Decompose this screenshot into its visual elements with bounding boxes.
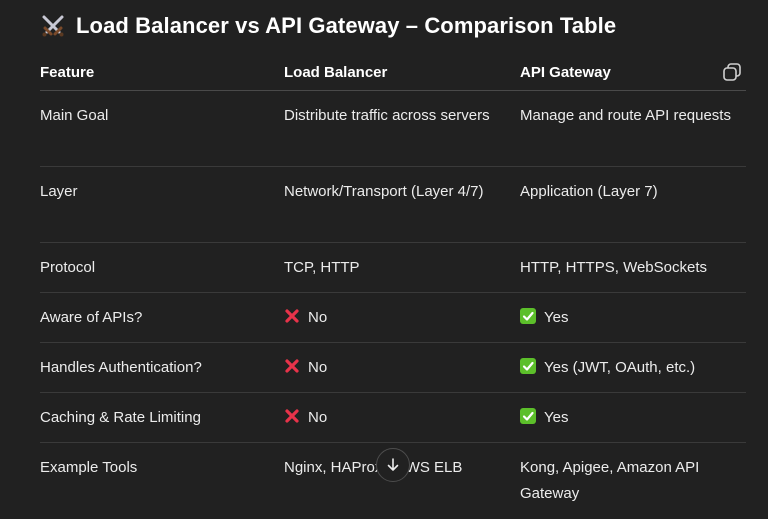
table-row: Protocol TCP, HTTP HTTP, HTTPS, WebSocke… [40,243,746,293]
cell-text: Yes (JWT, OAuth, etc.) [544,359,696,376]
cell-text: No [308,409,328,426]
crossed-swords-icon [40,13,66,39]
load-balancer-cell: No [284,355,520,392]
check-mark-icon [520,308,536,324]
load-balancer-cell: Network/Transport (Layer 4/7) [284,183,484,200]
load-balancer-cell: Distribute traffic across servers [284,107,490,124]
table-row: Main Goal Distribute traffic across serv… [40,91,746,167]
column-header: API Gateway [520,63,611,81]
feature-cell: Handles Authentication? [40,359,202,376]
api-gateway-cell: Yes (JWT, OAuth, etc.) [520,355,746,392]
scroll-to-bottom-button[interactable] [376,448,410,482]
table-row: Caching & Rate Limiting No Yes [40,393,746,443]
page-title: Load Balancer vs API Gateway – Compariso… [76,13,617,38]
cell-text: No [308,309,328,326]
api-gateway-cell: Yes [520,405,746,442]
check-mark-icon [520,408,536,424]
api-gateway-cell: Manage and route API requests [520,107,731,124]
api-gateway-cell: Application (Layer 7) [520,183,658,200]
table-header-row: Feature Load Balancer API Gateway [40,55,746,91]
load-balancer-cell: No [284,405,520,442]
cell-text: Yes [544,309,569,326]
cross-mark-icon [284,407,300,423]
feature-cell: Caching & Rate Limiting [40,409,201,426]
cell-text: Yes [544,409,569,426]
feature-cell: Example Tools [40,459,138,476]
table-row: Aware of APIs? No Yes [40,293,746,343]
feature-cell: Protocol [40,259,96,276]
feature-cell: Layer [40,183,78,200]
feature-cell: Main Goal [40,107,109,124]
api-gateway-cell: Yes [520,305,746,342]
page-title-row: Load Balancer vs API Gateway – Compariso… [40,13,616,39]
column-header: Feature [40,63,95,81]
check-mark-icon [520,358,536,374]
load-balancer-cell: No [284,305,520,342]
api-gateway-cell: Kong, Apigee, Amazon API Gateway [520,459,700,502]
arrow-down-icon [387,458,399,471]
load-balancer-cell: TCP, HTTP [284,259,360,276]
table-row: Layer Network/Transport (Layer 4/7) Appl… [40,167,746,243]
table-row: Handles Authentication? No Yes (JWT, OAu… [40,343,746,393]
cell-text: No [308,359,328,376]
cross-mark-icon [284,357,300,373]
feature-cell: Aware of APIs? [40,309,143,326]
column-header: Load Balancer [284,63,388,81]
api-gateway-cell: HTTP, HTTPS, WebSockets [520,259,707,276]
cross-mark-icon [284,307,300,323]
